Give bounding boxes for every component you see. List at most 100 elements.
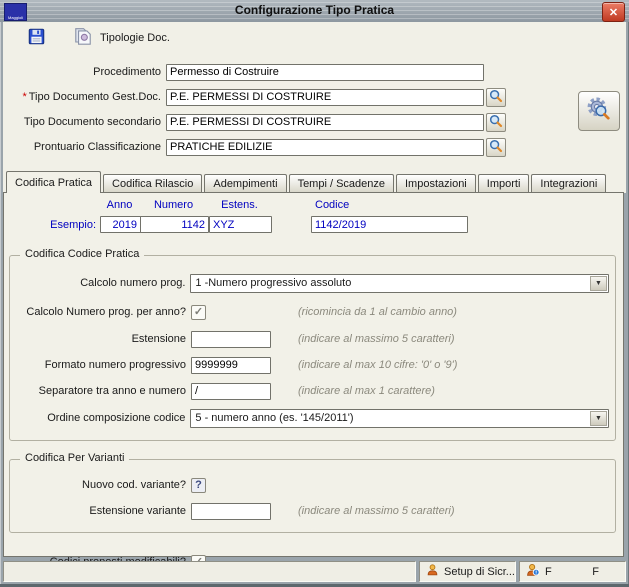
tipo-doc-gestdoc-label-text: Tipo Documento Gest.Doc. bbox=[29, 91, 161, 103]
status-message-panel bbox=[3, 561, 416, 582]
tab-impostazioni[interactable]: Impostazioni bbox=[396, 174, 476, 193]
esempio-header-estens: Estens. bbox=[209, 199, 270, 211]
chevron-down-icon[interactable]: ▼ bbox=[590, 276, 607, 291]
documents-icon bbox=[73, 27, 93, 50]
formato-input[interactable] bbox=[191, 357, 271, 374]
estensione-variante-row: Estensione variante (indicare al massimo… bbox=[10, 498, 609, 524]
tab-strip: Codifica Pratica Codifica Rilascio Ademp… bbox=[3, 172, 626, 193]
close-icon[interactable]: ✕ bbox=[602, 2, 625, 22]
current-user-panel[interactable]: F F bbox=[519, 561, 626, 582]
user-alert-icon bbox=[526, 563, 540, 580]
separatore-row: Separatore tra anno e numero (indicare a… bbox=[10, 378, 609, 404]
tab-label: Adempimenti bbox=[213, 178, 277, 190]
esempio-estens-input[interactable] bbox=[209, 216, 272, 233]
per-anno-hint: (ricomincia da 1 al cambio anno) bbox=[298, 306, 457, 318]
esempio-section: Anno Numero Estens. Codice Esempio: bbox=[4, 193, 623, 245]
estensione-hint: (indicare al massimo 5 caratteri) bbox=[298, 333, 455, 345]
ordine-value: 5 - numero anno (es. '145/2011') bbox=[195, 412, 353, 424]
codifica-codice-pratica-title: Codifica Codice Pratica bbox=[20, 248, 144, 260]
required-asterisk: * bbox=[22, 91, 26, 103]
window-title: Configurazione Tipo Pratica bbox=[0, 3, 629, 17]
user-icon bbox=[426, 563, 439, 580]
prontuario-label: Prontuario Classificazione bbox=[3, 141, 166, 153]
header-form: Procedimento *Tipo Documento Gest.Doc. T… bbox=[3, 54, 626, 181]
esempio-numero-input[interactable] bbox=[140, 216, 209, 233]
nuovo-cod-variante-checkbox[interactable]: ? bbox=[191, 478, 206, 493]
per-anno-label: Calcolo Numero prog. per anno? bbox=[10, 306, 191, 318]
per-anno-row: Calcolo Numero prog. per anno? ✓ (ricomi… bbox=[10, 298, 609, 326]
tipo-doc-gestdoc-label: *Tipo Documento Gest.Doc. bbox=[3, 91, 166, 103]
estensione-label: Estensione bbox=[10, 333, 191, 345]
tab-label: Codifica Pratica bbox=[15, 177, 92, 189]
estensione-variante-hint: (indicare al massimo 5 caratteri) bbox=[298, 505, 455, 517]
esempio-header-numero: Numero bbox=[140, 199, 207, 211]
esempio-anno-input[interactable] bbox=[100, 216, 141, 233]
nuovo-cod-variante-row: Nuovo cod. variante? ? bbox=[10, 472, 609, 498]
tipologie-doc-label: Tipologie Doc. bbox=[100, 32, 170, 44]
gear-search-icon bbox=[585, 96, 613, 127]
tipo-doc-gestdoc-row: *Tipo Documento Gest.Doc. bbox=[3, 88, 626, 106]
estensione-variante-input[interactable] bbox=[191, 503, 271, 520]
estensione-variante-label: Estensione variante bbox=[10, 505, 191, 517]
tab-codifica-rilascio[interactable]: Codifica Rilascio bbox=[103, 174, 202, 193]
prontuario-input[interactable] bbox=[166, 139, 484, 156]
esempio-codice-input[interactable] bbox=[311, 216, 468, 233]
user-initial: F bbox=[545, 566, 552, 578]
tab-label: Impostazioni bbox=[405, 178, 467, 190]
tab-tempi-scadenze[interactable]: Tempi / Scadenze bbox=[289, 174, 394, 193]
codifica-codice-pratica-group: Codifica Codice Pratica Calcolo numero p… bbox=[9, 255, 616, 441]
tab-adempimenti[interactable]: Adempimenti bbox=[204, 174, 286, 193]
dialog-window: Maggioli Configurazione Tipo Pratica ✕ bbox=[0, 0, 629, 587]
prontuario-row: Prontuario Classificazione bbox=[3, 138, 626, 156]
calcolo-numero-prog-row: Calcolo numero prog. 1 -Numero progressi… bbox=[10, 268, 609, 298]
tab-codifica-pratica[interactable]: Codifica Pratica bbox=[6, 171, 101, 193]
separatore-hint: (indicare al max 1 carattere) bbox=[298, 385, 435, 397]
save-floppy-icon bbox=[28, 28, 45, 48]
estensione-input[interactable] bbox=[191, 331, 271, 348]
tab-label: Integrazioni bbox=[540, 178, 597, 190]
esempio-header-anno: Anno bbox=[100, 199, 139, 211]
procedimento-label: Procedimento bbox=[3, 66, 166, 78]
separatore-input[interactable] bbox=[191, 383, 271, 400]
calcolo-numero-prog-value: 1 -Numero progressivo assoluto bbox=[195, 277, 351, 289]
calcolo-numero-prog-label: Calcolo numero prog. bbox=[10, 277, 190, 289]
gestdoc-settings-button[interactable] bbox=[578, 91, 620, 131]
esempio-row-label: Esempio: bbox=[21, 219, 96, 231]
nuovo-cod-variante-label: Nuovo cod. variante? bbox=[10, 479, 191, 491]
codifica-per-varianti-group: Codifica Per Varianti Nuovo cod. variant… bbox=[9, 459, 616, 533]
save-button[interactable] bbox=[23, 25, 50, 51]
tipo-doc-secondario-input[interactable] bbox=[166, 114, 484, 131]
setup-sicurezza-label: Setup di Sicr... bbox=[444, 566, 515, 578]
toolbar: Tipologie Doc. bbox=[3, 22, 626, 55]
tab-importi[interactable]: Importi bbox=[478, 174, 530, 193]
tipo-doc-gestdoc-input[interactable] bbox=[166, 89, 484, 106]
estensione-row: Estensione (indicare al massimo 5 caratt… bbox=[10, 326, 609, 352]
tipo-doc-secondario-row: Tipo Documento secondario bbox=[3, 113, 626, 131]
close-glyph: ✕ bbox=[609, 6, 618, 19]
esempio-header-codice: Codice bbox=[315, 199, 349, 211]
formato-row: Formato numero progressivo (indicare al … bbox=[10, 352, 609, 378]
calcolo-numero-prog-select[interactable]: 1 -Numero progressivo assoluto ▼ bbox=[190, 274, 609, 293]
tab-panel-codifica-pratica: Anno Numero Estens. Codice Esempio: Codi… bbox=[3, 192, 624, 557]
tipologie-doc-button[interactable]: Tipologie Doc. bbox=[68, 24, 175, 53]
formato-label: Formato numero progressivo bbox=[10, 359, 191, 371]
tipo-doc-gestdoc-lookup-button[interactable] bbox=[486, 88, 506, 107]
per-anno-checkbox[interactable]: ✓ bbox=[191, 305, 206, 320]
prontuario-lookup-button[interactable] bbox=[486, 138, 506, 157]
ordine-row: Ordine composizione codice 5 - numero an… bbox=[10, 404, 609, 432]
tab-integrazioni[interactable]: Integrazioni bbox=[531, 174, 606, 193]
separatore-label: Separatore tra anno e numero bbox=[10, 385, 191, 397]
ordine-select[interactable]: 5 - numero anno (es. '145/2011') ▼ bbox=[190, 409, 609, 428]
setup-sicurezza-button[interactable]: Setup di Sicr... bbox=[419, 561, 516, 582]
magnifier-icon bbox=[489, 114, 503, 131]
tipo-doc-secondario-lookup-button[interactable] bbox=[486, 113, 506, 132]
procedimento-row: Procedimento bbox=[3, 63, 626, 81]
chevron-down-icon[interactable]: ▼ bbox=[590, 411, 607, 426]
procedimento-input[interactable] bbox=[166, 64, 484, 81]
title-bar[interactable]: Maggioli Configurazione Tipo Pratica ✕ bbox=[0, 0, 629, 22]
magnifier-icon bbox=[489, 89, 503, 106]
tab-label: Importi bbox=[487, 178, 521, 190]
codifica-per-varianti-title: Codifica Per Varianti bbox=[20, 452, 129, 464]
user-initial-2: F bbox=[592, 566, 599, 578]
magnifier-icon bbox=[489, 139, 503, 156]
